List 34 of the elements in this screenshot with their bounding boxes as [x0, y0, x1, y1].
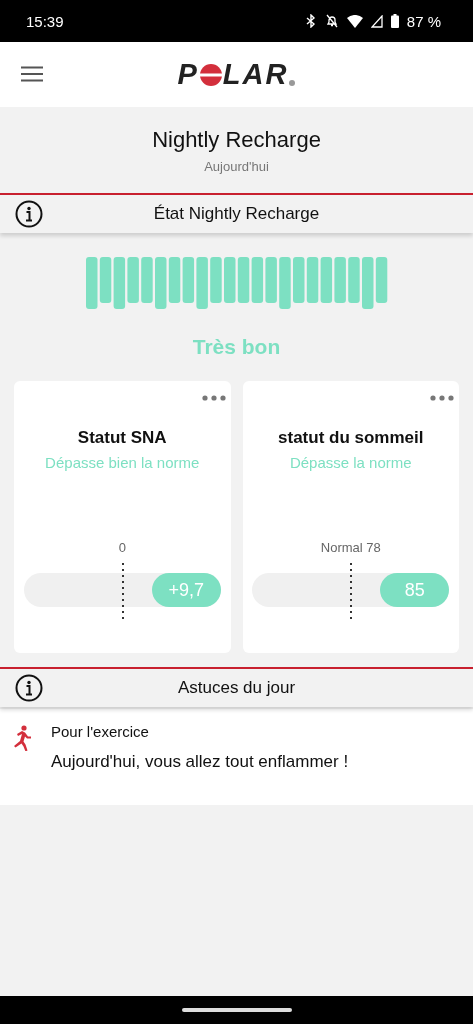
running-person-icon: [12, 725, 34, 751]
card-status: Dépasse la norme: [289, 454, 412, 471]
wifi-icon: [346, 14, 363, 28]
menu-icon[interactable]: [21, 66, 43, 82]
reference-label: Normal 78: [320, 540, 381, 555]
date-label: Aujourd'hui: [204, 158, 269, 174]
reference-line: [121, 563, 124, 619]
info-icon[interactable]: [15, 200, 43, 228]
status-time: 15:39: [26, 12, 64, 30]
meter-value: +9,7: [168, 579, 205, 601]
logo-text: LAR: [222, 58, 289, 91]
tip-category: Pour l'exercice: [51, 723, 150, 740]
signal-icon: [370, 14, 383, 28]
rating-label: Très bon: [191, 335, 282, 359]
reference-line: [350, 563, 353, 619]
logo-text: P: [177, 58, 199, 91]
meter-value: 85: [404, 579, 425, 601]
page-title: Nightly Recharge: [152, 126, 321, 153]
card-title: Statut SNA: [77, 428, 167, 448]
section-title: État Nightly Recharge: [153, 204, 320, 224]
reference-label: 0: [118, 540, 126, 555]
card-title: statut du sommeil: [278, 428, 424, 448]
section-title: Astuces du jour: [177, 678, 296, 698]
more-icon[interactable]: [430, 395, 454, 401]
registered-mark-icon: [289, 80, 296, 86]
info-icon[interactable]: [15, 674, 43, 702]
battery-icon: [390, 14, 399, 28]
more-icon[interactable]: [201, 395, 226, 401]
bluetooth-icon: [304, 14, 317, 28]
logo-circle-icon: [199, 63, 222, 86]
battery-percentage: 87 %: [406, 12, 441, 30]
tip-message: Aujourd'hui, vous allez tout enflammer !: [51, 752, 349, 772]
muted-bell-icon: [324, 14, 339, 28]
card-status: Dépasse bien la norme: [45, 454, 200, 471]
